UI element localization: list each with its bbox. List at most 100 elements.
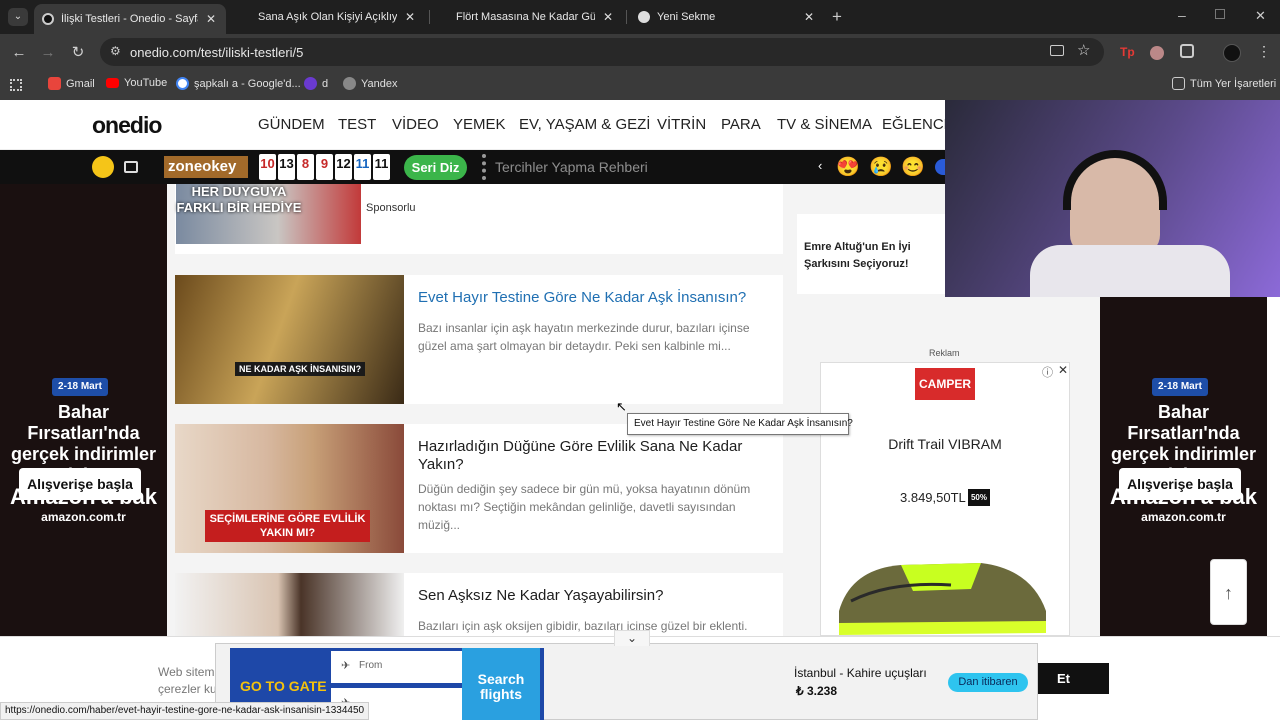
ad-cta-button[interactable]: Alışverişe başla: [1119, 468, 1241, 500]
globe-icon: [343, 77, 356, 90]
tab-active[interactable]: İlişki Testleri - Onedio - Sayfa 5 ✕: [34, 4, 226, 34]
emoji-sad[interactable]: 😢: [869, 155, 893, 179]
ad-collapse-icon[interactable]: ⌄: [614, 630, 650, 646]
sponsored-overlay-text: HER DUYGUYA FARKLI BİR HEDİYE: [176, 184, 302, 215]
extension-face-icon[interactable]: [1150, 46, 1164, 60]
back-icon[interactable]: ←: [8, 42, 30, 64]
nav-para[interactable]: PARA: [721, 116, 761, 133]
profile-avatar[interactable]: [1223, 44, 1241, 62]
promo-card[interactable]: Emre Altuğ'un En İyi Şarkısını Seçiyoruz…: [797, 214, 947, 294]
ticker-bar: zoneokey 10 13 8 9 12 11 11 Seri Diz Tercihler…: [0, 150, 945, 184]
test-title[interactable]: Hazırladığın Düğüne Göre Evlilik Sana Ne…: [418, 438, 768, 474]
tab-title: Sana Aşık Olan Kişiyi Açıklıyoruz: [258, 11, 397, 23]
okey-face-icon[interactable]: [92, 156, 114, 178]
okey-tile: 11: [354, 154, 371, 180]
nav-ev-yasam-gezi[interactable]: EV, YAŞAM & GEZİ: [519, 116, 650, 133]
ad-label: Reklam: [929, 348, 960, 358]
test-title[interactable]: Sen Aşksız Ne Kadar Yaşayabilirsin?: [418, 587, 768, 605]
extensions-icon[interactable]: [1180, 44, 1194, 58]
camper-ad[interactable]: ⓘ ✕ CAMPER Drift Trail VIBRAM 3.849,50TL…: [820, 362, 1070, 636]
address-bar-url: onedio.com/test/iliski-testleri/5: [130, 44, 304, 60]
tab[interactable]: Flört Masasına Ne Kadar Güçlü ✕: [448, 4, 623, 30]
cookie-text: Web sitemiz çerezler kull: [158, 664, 223, 698]
close-tab-icon[interactable]: ✕: [802, 10, 816, 24]
minimize-icon[interactable]: –: [1178, 7, 1186, 23]
tab-title: Yeni Sekme: [657, 11, 716, 23]
nav-test[interactable]: TEST: [338, 116, 376, 133]
emoji-love[interactable]: 😍: [836, 155, 860, 179]
ad-close-icon[interactable]: ✕: [1058, 363, 1068, 377]
test-thumbnail: SEÇİMLERİNE GÖRE EVLİLİK YAKIN MI?: [175, 424, 404, 553]
sponsored-card[interactable]: HER DUYGUYA FARKLI BİR HEDİYE Sponsorlu: [175, 184, 783, 254]
scroll-to-top-button[interactable]: ↑: [1210, 559, 1247, 625]
webcam-overlay: [945, 100, 1280, 297]
site-info-icon[interactable]: ⚙: [110, 44, 121, 58]
menu-icon[interactable]: ⋮: [1257, 43, 1271, 60]
nav-vitrin[interactable]: VİTRİN: [657, 116, 706, 133]
okey-tile: 8: [297, 154, 314, 180]
test-list: HER DUYGUYA FARKLI BİR HEDİYE Sponsorlu …: [167, 184, 793, 636]
new-tab-button[interactable]: +: [832, 7, 842, 27]
nav-tv-sinema[interactable]: TV & SİNEMA: [777, 116, 872, 133]
promo-title[interactable]: Emre Altuğ'un En İyi Şarkısını Seçiyoruz…: [804, 239, 919, 273]
serie-button[interactable]: Seri Diz: [404, 155, 467, 180]
tab-search-icon[interactable]: ⌄: [8, 8, 28, 26]
gallery-icon[interactable]: [124, 161, 138, 173]
search-flights-button[interactable]: Search flights: [462, 648, 540, 720]
nav-video[interactable]: VİDEO: [392, 116, 439, 133]
ticker-headline[interactable]: Tercihler Yapma Rehberi: [495, 159, 648, 175]
nav-eglence[interactable]: EĞLENCE: [882, 116, 954, 133]
close-tab-icon[interactable]: ✕: [204, 12, 218, 26]
thumbnail-badge: NE KADAR AŞK İNSANISIN?: [235, 362, 366, 376]
bookmark-yandex[interactable]: Yandex: [343, 77, 398, 90]
forward-icon[interactable]: →: [37, 42, 59, 64]
sponsored-label: Sponsorlu: [366, 202, 416, 214]
link-tooltip: Evet Hayır Testine Göre Ne Kadar Aşk İns…: [627, 413, 853, 435]
okey-tile: 9: [316, 154, 333, 180]
ticker-prev-icon[interactable]: ‹: [818, 158, 822, 173]
emoji-more-icon[interactable]: [935, 159, 945, 175]
tab[interactable]: Yeni Sekme ✕: [630, 4, 824, 30]
bookmark-gmail[interactable]: Gmail: [48, 77, 95, 90]
bookmark-label: şapkalı a - Google'd...: [194, 77, 301, 90]
ad-line: Bahar Fırsatları'nda: [27, 402, 140, 443]
flight-route: İstanbul - Kahire uçuşları: [794, 666, 927, 680]
restore-icon[interactable]: [1215, 9, 1225, 19]
flight-cta-button[interactable]: Dan itibaren: [948, 673, 1028, 692]
test-card[interactable]: SEÇİMLERİNE GÖRE EVLİLİK YAKIN MI? Hazır…: [175, 424, 783, 553]
ad-info-icon[interactable]: ⓘ: [1042, 364, 1053, 380]
apps-grid-icon[interactable]: [10, 79, 22, 91]
emoji-happy[interactable]: 😊: [901, 155, 925, 179]
bookmark-label: Yandex: [361, 77, 398, 90]
okey-tile: 12: [335, 154, 352, 180]
nav-gundem[interactable]: GÜNDEM: [258, 116, 325, 133]
close-window-icon[interactable]: ✕: [1255, 8, 1266, 24]
bookmark-d[interactable]: d: [304, 77, 328, 90]
test-card[interactable]: NE KADAR AŞK İNSANISIN? Evet Hayır Testi…: [175, 275, 783, 404]
bookmark-star-icon[interactable]: ☆: [1077, 41, 1090, 59]
test-title[interactable]: Evet Hayır Testine Göre Ne Kadar Aşk İns…: [418, 289, 768, 307]
tab[interactable]: Sana Aşık Olan Kişiyi Açıklıyoruz ✕: [250, 4, 425, 30]
amazon-logo: amazon.com.tr: [41, 510, 126, 524]
ad-cta-button[interactable]: Alışverişe başla: [19, 468, 141, 500]
close-tab-icon[interactable]: ✕: [403, 10, 417, 24]
left-side-ad[interactable]: 2-18 Mart Bahar Fırsatları'nda gerçek in…: [0, 184, 167, 636]
all-bookmarks-label: Tüm Yer İşaretleri: [1190, 77, 1277, 90]
all-bookmarks[interactable]: Tüm Yer İşaretleri: [1172, 77, 1276, 90]
site-logo[interactable]: onedio: [92, 112, 162, 139]
from-placeholder: From: [359, 660, 383, 671]
bookmark-google[interactable]: şapkalı a - Google'd...: [176, 77, 301, 90]
bookmark-youtube[interactable]: YouTube: [106, 77, 167, 89]
browser-tabstrip: ⌄ İlişki Testleri - Onedio - Sayfa 5 ✕ S…: [0, 0, 1280, 34]
close-tab-icon[interactable]: ✕: [601, 10, 615, 24]
reload-icon[interactable]: ↻: [67, 42, 89, 64]
nav-yemek[interactable]: YEMEK: [453, 116, 506, 133]
zoneokey-logo[interactable]: zoneokey: [164, 156, 248, 178]
chrome-icon: [638, 11, 650, 23]
address-bar[interactable]: ⚙ onedio.com/test/iliski-testleri/5 ☆: [100, 38, 1104, 66]
cast-icon[interactable]: [1050, 45, 1064, 56]
bookmark-d-icon: [304, 77, 317, 90]
test-card[interactable]: Sen Aşksız Ne Kadar Yaşayabilirsin? Bazı…: [175, 573, 783, 636]
ad-price: 3.849,50TL: [900, 490, 966, 505]
extension-tp-icon[interactable]: Tp: [1120, 45, 1135, 59]
